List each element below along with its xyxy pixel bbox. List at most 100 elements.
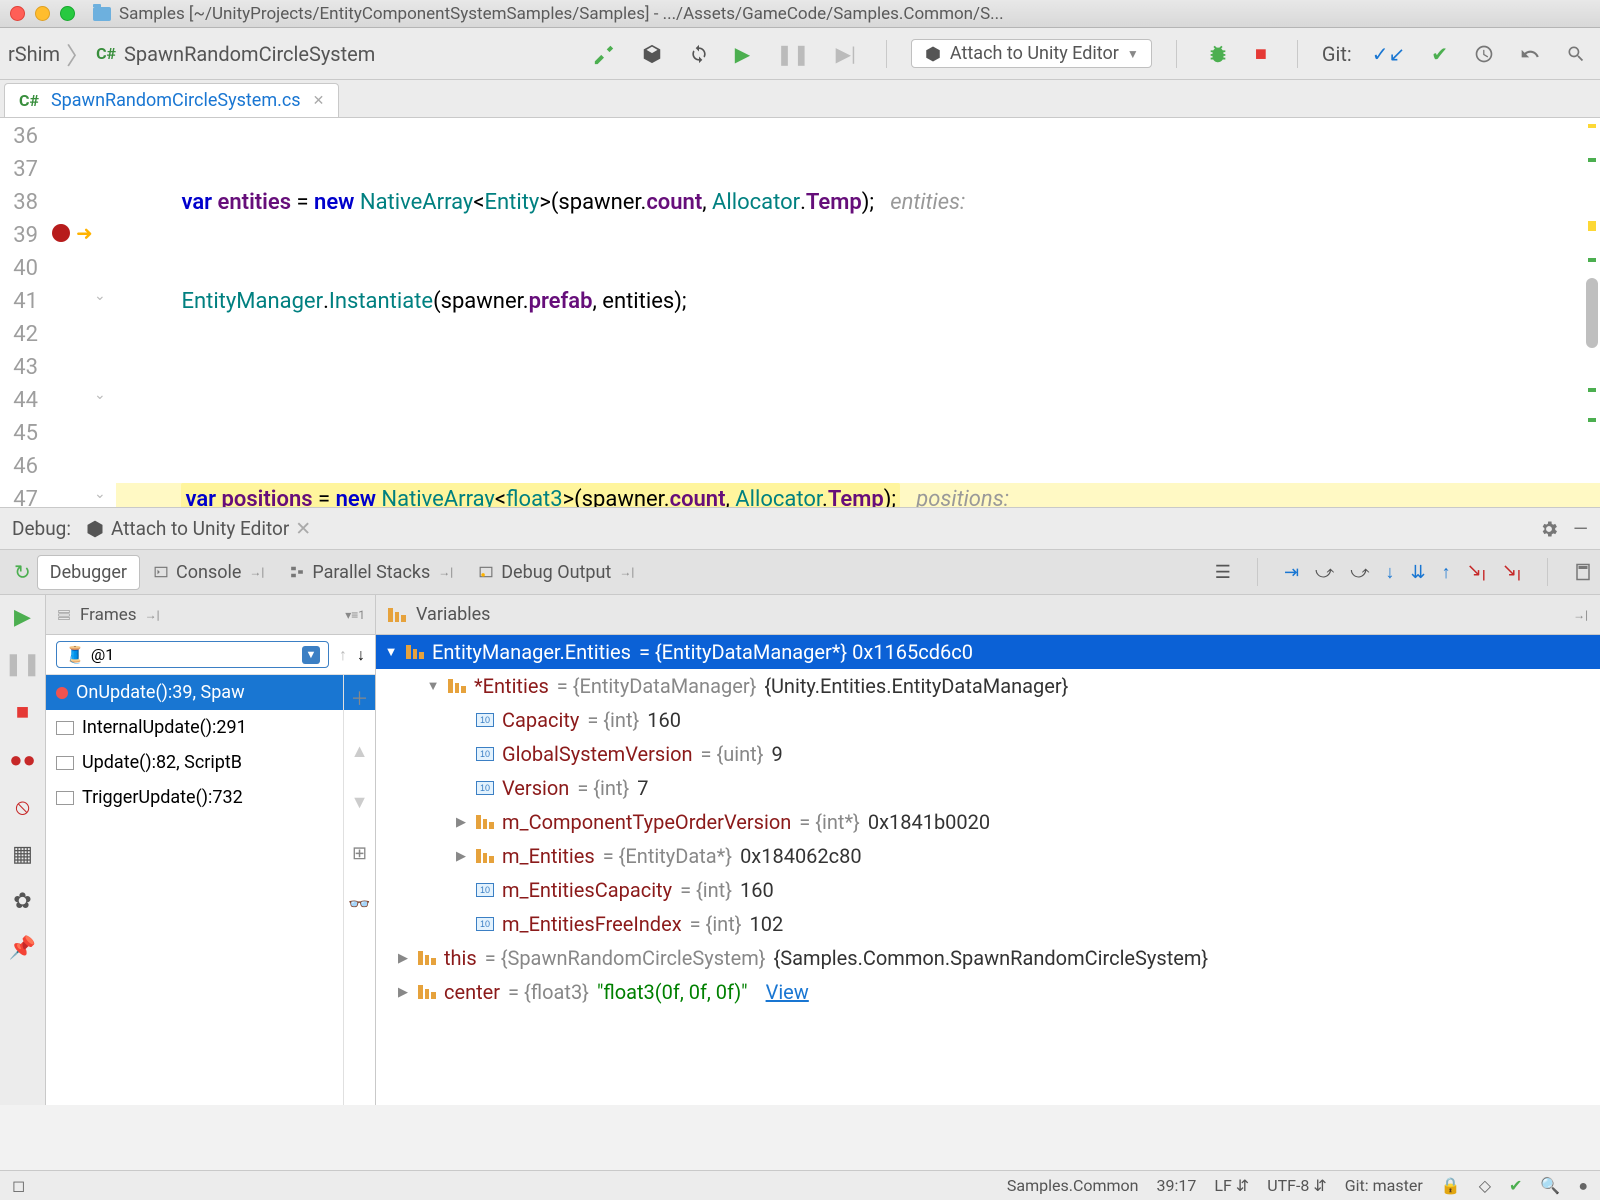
fold-handle-icon[interactable]: ⌄: [94, 486, 106, 502]
git-pull-icon[interactable]: ✓↙: [1366, 38, 1412, 70]
history-icon[interactable]: [1468, 40, 1500, 68]
status-branch[interactable]: Git: master: [1345, 1176, 1423, 1195]
debug-session-name[interactable]: Attach to Unity Editor: [111, 517, 289, 540]
lock-icon[interactable]: 🔒: [1441, 1176, 1461, 1195]
var-row[interactable]: 10 m_EntitiesFreeIndex = {int} 102: [376, 907, 1600, 941]
frame-row[interactable]: TriggerUpdate():732: [46, 780, 375, 815]
var-row[interactable]: ▶ center = {float3} "float3(0f, 0f, 0f)"…: [376, 975, 1600, 1009]
run-icon[interactable]: ▶: [729, 38, 756, 70]
var-row[interactable]: ▼ *Entities = {EntityDataManager} {Unity…: [376, 669, 1600, 703]
git-commit-icon[interactable]: ✔: [1425, 38, 1454, 70]
maximize-window-button[interactable]: [60, 6, 75, 21]
tab-debugger[interactable]: Debugger: [37, 555, 140, 590]
view-breakpoints-icon[interactable]: ●●: [9, 747, 36, 773]
add-icon[interactable]: ＋: [351, 685, 369, 711]
tab-label: SpawnRandomCircleSystem.cs: [51, 90, 301, 111]
run-config-dropdown[interactable]: Attach to Unity Editor ▼: [911, 39, 1152, 68]
var-row[interactable]: 10 GlobalSystemVersion = {uint} 9: [376, 737, 1600, 771]
minimize-panel-icon[interactable]: —: [1573, 517, 1588, 540]
variables-tree[interactable]: ▼ EntityManager.Entities = {EntityDataMa…: [376, 635, 1600, 1105]
layout-icon[interactable]: ▦: [12, 842, 33, 867]
skip-icon[interactable]: ▶|: [830, 38, 862, 70]
check-icon[interactable]: ✔: [1509, 1176, 1522, 1195]
close-tab-icon[interactable]: ✕: [313, 93, 325, 109]
var-row[interactable]: 10 Capacity = {int} 160: [376, 703, 1600, 737]
step-out-icon[interactable]: ↑: [1442, 562, 1451, 583]
prev-frame-icon[interactable]: ↑: [339, 645, 347, 665]
var-row[interactable]: 10 Version = {int} 7: [376, 771, 1600, 805]
mute-breakpoints-icon[interactable]: ⦸: [15, 795, 29, 820]
struct-icon: [388, 608, 406, 622]
calculator-icon[interactable]: [1574, 563, 1592, 581]
toolwindow-icon[interactable]: ◻: [12, 1176, 25, 1195]
next-frame-icon[interactable]: ↓: [357, 645, 365, 665]
down-icon[interactable]: ▼: [351, 792, 369, 813]
force-step-over-icon[interactable]: ⤻: [1350, 562, 1369, 583]
refresh-icon[interactable]: [683, 40, 715, 68]
breadcrumb-root[interactable]: rShim: [8, 42, 60, 66]
frames-list[interactable]: OnUpdate():39, Spaw InternalUpdate():291…: [46, 675, 375, 1105]
view-link[interactable]: View: [766, 980, 809, 1004]
main-toolbar: rShim 〉 C# SpawnRandomCircleSystem ▶ ❚❚ …: [0, 28, 1600, 80]
status-position[interactable]: 39:17: [1157, 1176, 1197, 1195]
frame-row[interactable]: InternalUpdate():291: [46, 710, 375, 745]
search-status-icon[interactable]: 🔍: [1540, 1176, 1560, 1195]
var-row[interactable]: 10 m_EntitiesCapacity = {int} 160: [376, 873, 1600, 907]
debug-tabs: ↻ Debugger Console→| Parallel Stacks→| D…: [0, 550, 1600, 595]
status-lf[interactable]: LF ⇵: [1214, 1176, 1249, 1195]
evaluate-icon[interactable]: ↘I: [1502, 560, 1521, 585]
tab-file[interactable]: C# SpawnRandomCircleSystem.cs ✕: [4, 83, 339, 117]
rerun-icon[interactable]: ↻: [8, 554, 37, 590]
pause-icon[interactable]: ❚❚: [770, 38, 816, 70]
breakpoint-icon[interactable]: [52, 224, 70, 242]
breadcrumb[interactable]: rShim 〉 C# SpawnRandomCircleSystem: [8, 36, 375, 71]
unity-icon[interactable]: [635, 39, 669, 69]
breadcrumb-file[interactable]: SpawnRandomCircleSystem: [124, 42, 375, 66]
var-row[interactable]: ▶ m_ComponentTypeOrderVersion = {int*} 0…: [376, 805, 1600, 839]
minimize-window-button[interactable]: [35, 6, 50, 21]
list-icon[interactable]: ☰: [1215, 562, 1231, 583]
fold-handle-icon[interactable]: ⌄: [94, 288, 106, 304]
step-over-icon[interactable]: ⤻: [1315, 562, 1334, 583]
code-editor[interactable]: 36 37 38 39 40 41 42 43 44 45 46 47 ➜ ⌄ …: [0, 118, 1600, 508]
var-row[interactable]: ▼ EntityManager.Entities = {EntityDataMa…: [376, 635, 1600, 669]
frame-row[interactable]: Update():82, ScriptB: [46, 745, 375, 780]
show-exec-icon[interactable]: ⇥: [1284, 562, 1299, 583]
scrollbar-thumb[interactable]: [1586, 278, 1598, 348]
pause-program-icon[interactable]: ❚❚: [4, 652, 41, 677]
up-icon[interactable]: ▲: [351, 741, 369, 762]
gear-icon[interactable]: [1539, 519, 1559, 539]
window-title: Samples [~/UnityProjects/EntityComponent…: [119, 4, 1004, 24]
var-row[interactable]: ▶ this = {SpawnRandomCircleSystem} {Samp…: [376, 941, 1600, 975]
run-to-cursor-icon[interactable]: ↘I: [1467, 560, 1486, 585]
search-icon[interactable]: [1560, 40, 1592, 68]
resume-icon[interactable]: ▶: [14, 605, 31, 630]
frame-row[interactable]: OnUpdate():39, Spaw: [46, 675, 375, 710]
force-step-into-icon[interactable]: ⇊: [1411, 562, 1426, 583]
var-row[interactable]: ▶ m_Entities = {EntityData*} 0x184062c80: [376, 839, 1600, 873]
thread-dropdown[interactable]: 🧵 @1 ▼: [56, 641, 329, 668]
stop-icon[interactable]: ■: [1249, 37, 1273, 70]
debug-bug-icon[interactable]: [1201, 39, 1235, 69]
settings-icon[interactable]: ✿: [13, 889, 31, 914]
undo-icon[interactable]: [1514, 40, 1546, 68]
tab-console[interactable]: Console→|: [140, 556, 276, 589]
tab-parallel-stacks[interactable]: Parallel Stacks→|: [276, 556, 465, 589]
step-into-icon[interactable]: ↓: [1386, 562, 1395, 583]
new-watch-icon[interactable]: ⊞: [352, 843, 367, 864]
debug-body: ▶ ❚❚ ■ ●● ⦸ ▦ ✿ 📌 Frames→| ▾≡1 🧵 @1 ▼ ↑ …: [0, 595, 1600, 1105]
pin-icon[interactable]: 📌: [9, 936, 36, 961]
status-encoding[interactable]: UTF-8 ⇵: [1267, 1176, 1327, 1195]
stop-program-icon[interactable]: ■: [16, 699, 29, 725]
glasses-icon[interactable]: 👓: [348, 894, 370, 915]
status-dot-icon[interactable]: ●: [1578, 1176, 1588, 1196]
status-project[interactable]: Samples.Common: [1007, 1176, 1139, 1195]
fold-handle-icon[interactable]: ⌄: [94, 387, 106, 403]
tab-debug-output[interactable]: Debug Output→|: [465, 556, 646, 589]
inspect-icon[interactable]: ◇: [1479, 1176, 1491, 1195]
code-area[interactable]: var entities = new NativeArray<Entity>(s…: [116, 118, 1600, 507]
close-session-icon[interactable]: ✕: [295, 517, 311, 540]
close-window-button[interactable]: [10, 6, 25, 21]
line-gutter: 36 37 38 39 40 41 42 43 44 45 46 47: [0, 118, 44, 507]
hammer-build-icon[interactable]: [587, 39, 621, 69]
